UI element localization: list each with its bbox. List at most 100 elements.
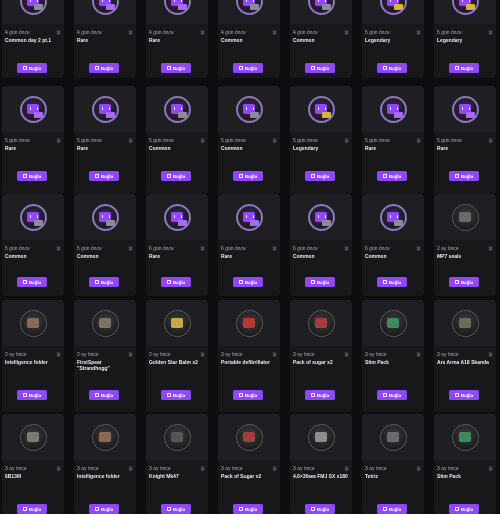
twitch-drop-icon <box>91 0 119 15</box>
external-link-icon <box>382 507 387 511</box>
connect-button[interactable]: Bağla <box>161 277 191 287</box>
connect-button-label: Bağla <box>28 65 42 71</box>
connect-button-label: Bağla <box>244 279 258 285</box>
twitch-drop-icon <box>163 0 191 15</box>
external-link-icon <box>238 66 243 70</box>
connect-button[interactable]: Bağla <box>377 504 407 514</box>
drop-quantity-badge: 1 <box>272 138 277 143</box>
external-link-icon <box>94 66 99 70</box>
twitch-drop-icon <box>235 0 263 15</box>
connect-button[interactable]: Bağla <box>449 504 479 514</box>
connect-button[interactable]: Bağla <box>233 277 263 287</box>
drop-timestamp: 5 gün önce <box>365 30 390 36</box>
drop-card: 5 gün önce 1 Common Bağla <box>218 86 280 194</box>
drop-card: 3 ay önce 1 6B13M Bağla <box>2 414 64 514</box>
drop-thumbnail <box>2 194 64 240</box>
connect-button[interactable]: Bağla <box>377 390 407 400</box>
drop-thumbnail <box>2 414 64 460</box>
drop-timestamp: 5 gün önce <box>437 138 462 144</box>
drop-name: Legendary <box>365 38 391 44</box>
external-link-icon <box>94 280 99 284</box>
connect-button[interactable]: Bağla <box>161 390 191 400</box>
connect-button[interactable]: Bağla <box>233 63 263 73</box>
connect-button[interactable]: Bağla <box>17 63 47 73</box>
connect-button-label: Bağla <box>316 65 330 71</box>
connect-button[interactable]: Bağla <box>449 390 479 400</box>
connect-button[interactable]: Bağla <box>449 171 479 181</box>
connect-button-label: Bağla <box>100 65 114 71</box>
drop-quantity-badge: 1 <box>128 138 133 143</box>
drop-timestamp: 4 gün önce <box>221 30 246 36</box>
connect-button[interactable]: Bağla <box>377 171 407 181</box>
connect-button-label: Bağla <box>28 392 42 398</box>
drop-timestamp: 5 gün önce <box>437 30 462 36</box>
drop-name: Rare <box>437 146 449 152</box>
connect-button[interactable]: Bağla <box>161 504 191 514</box>
connect-button[interactable]: Bağla <box>17 504 47 514</box>
twitch-drop-icon <box>91 95 119 123</box>
connect-button[interactable]: Bağla <box>449 63 479 73</box>
connect-button[interactable]: Bağla <box>305 390 335 400</box>
connect-button[interactable]: Bağla <box>17 171 47 181</box>
drop-thumbnail <box>146 414 208 460</box>
balm-icon <box>163 309 191 337</box>
connect-button[interactable]: Bağla <box>89 277 119 287</box>
twitch-drop-icon <box>379 95 407 123</box>
twitch-drop-icon <box>91 203 119 231</box>
connect-button[interactable]: Bağla <box>233 390 263 400</box>
connect-button[interactable]: Bağla <box>17 277 47 287</box>
drop-card: 3 ay önce 1 Knight Mk47 Bağla <box>146 414 208 514</box>
drop-thumbnail <box>218 300 280 346</box>
drop-quantity-badge: 1 <box>488 30 493 35</box>
drop-quantity-badge: 1 <box>488 352 493 357</box>
connect-button[interactable]: Bağla <box>89 63 119 73</box>
drop-timestamp: 3 ay önce <box>437 466 459 472</box>
drop-name: Stim Pack <box>437 474 461 480</box>
connect-button[interactable]: Bağla <box>161 63 191 73</box>
armor-icon <box>451 309 479 337</box>
drop-thumbnail <box>74 86 136 132</box>
drop-name: Common <box>221 38 243 44</box>
drop-name: 4.6×30мм FMJ SX x180 <box>293 474 348 480</box>
external-link-icon <box>22 66 27 70</box>
armor-vest-icon <box>19 423 47 451</box>
tetriz-icon <box>379 423 407 451</box>
connect-button-label: Bağla <box>28 279 42 285</box>
connect-button[interactable]: Bağla <box>305 171 335 181</box>
gun-seals-icon <box>451 203 479 231</box>
drop-card: 3 ay önce 1 Stim Pack Bağla <box>362 300 424 412</box>
drop-timestamp: 3 ay önce <box>5 466 27 472</box>
drop-name: Rare <box>77 146 89 152</box>
drop-thumbnail <box>218 194 280 240</box>
twitch-drop-icon <box>19 203 47 231</box>
drop-card: 2 ay önce 1 FirstSpear "Strandhogg" Bağla <box>74 300 136 412</box>
drop-thumbnail <box>218 414 280 460</box>
connect-button-label: Bağla <box>244 506 258 512</box>
drop-timestamp: 3 ay önce <box>77 466 99 472</box>
connect-button-label: Bağla <box>28 173 42 179</box>
connect-button[interactable]: Bağla <box>449 277 479 287</box>
drop-card: 6 gün önce 1 Common Bağla <box>362 194 424 296</box>
connect-button[interactable]: Bağla <box>89 171 119 181</box>
connect-button[interactable]: Bağla <box>377 63 407 73</box>
drop-name: MP7 seals <box>437 254 462 260</box>
drop-thumbnail <box>290 414 352 460</box>
external-link-icon <box>22 174 27 178</box>
connect-button[interactable]: Bağla <box>377 277 407 287</box>
connect-button[interactable]: Bağla <box>17 390 47 400</box>
external-link-icon <box>310 393 315 397</box>
drop-thumbnail <box>434 0 496 24</box>
drop-card: 2 ay önce 1 Intelligence folder Bağla <box>2 300 64 412</box>
external-link-icon <box>310 174 315 178</box>
connect-button[interactable]: Bağla <box>89 504 119 514</box>
connect-button[interactable]: Bağla <box>233 504 263 514</box>
connect-button[interactable]: Bağla <box>161 171 191 181</box>
drop-timestamp: 3 ay önce <box>365 466 387 472</box>
connect-button[interactable]: Bağla <box>233 171 263 181</box>
external-link-icon <box>382 280 387 284</box>
connect-button[interactable]: Bağla <box>305 277 335 287</box>
drop-thumbnail <box>2 300 64 346</box>
connect-button[interactable]: Bağla <box>305 504 335 514</box>
connect-button[interactable]: Bağla <box>305 63 335 73</box>
connect-button[interactable]: Bağla <box>89 390 119 400</box>
